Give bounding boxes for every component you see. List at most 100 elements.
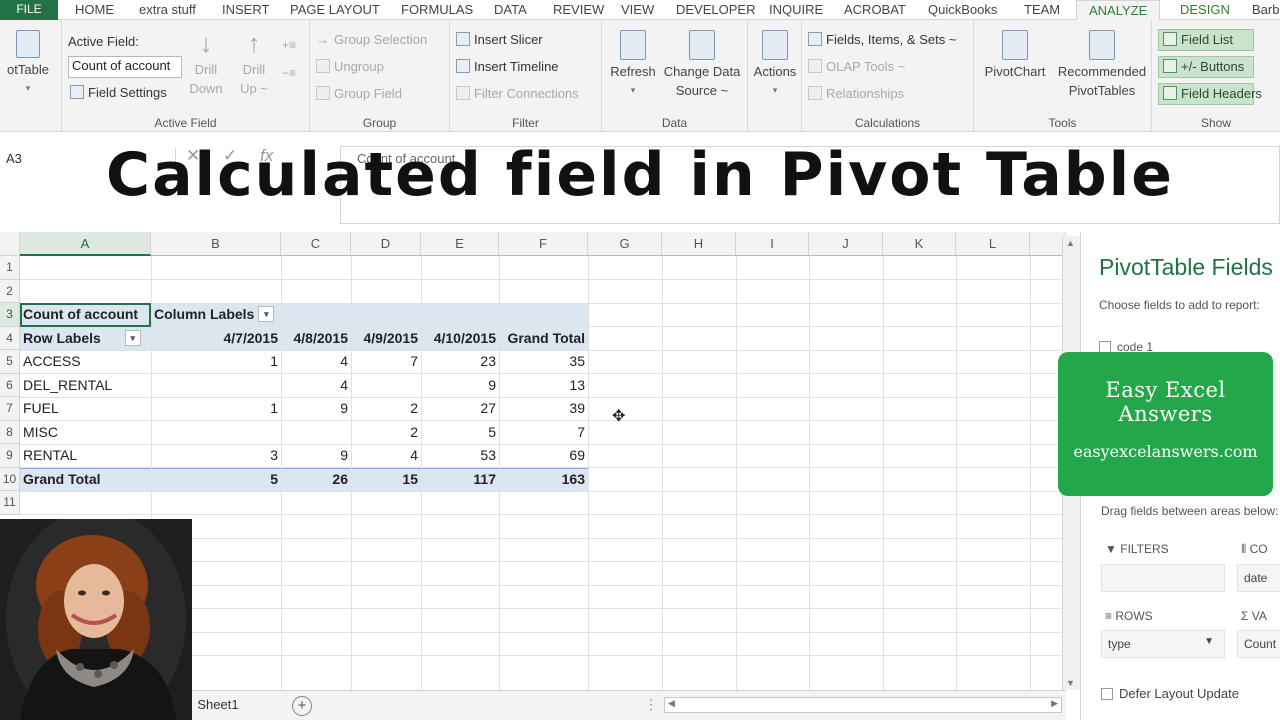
grand-total-cell[interactable]: 5 [151, 468, 281, 492]
row-total-cell[interactable]: 35 [499, 350, 588, 374]
tab-data[interactable]: DATA [494, 0, 527, 20]
scroll-right-icon[interactable]: ▶ [1051, 698, 1058, 709]
column-labels-cell[interactable]: Column Labels ▾ [151, 303, 291, 327]
tab-formulas[interactable]: FORMULAS [401, 0, 473, 20]
grand-total-cell[interactable]: 26 [281, 468, 351, 492]
account-name[interactable]: Barb [1252, 0, 1279, 20]
grand-total-cell[interactable]: 117 [421, 468, 499, 492]
column-header-g[interactable]: G [588, 232, 662, 256]
add-sheet-icon[interactable]: + [292, 696, 312, 716]
column-header-b[interactable]: B [151, 232, 281, 256]
date-header-cell[interactable]: 4/7/2015 [151, 327, 281, 351]
olap-tools-button[interactable]: OLAP Tools ~ [808, 59, 905, 74]
filter-dropdown-icon[interactable]: ▾ [124, 329, 141, 346]
date-header-cell[interactable]: 4/9/2015 [351, 327, 421, 351]
filter-dropdown-icon[interactable]: ▾ [258, 306, 275, 322]
value-cell[interactable]: 1 [151, 397, 281, 421]
value-cell[interactable] [151, 421, 281, 445]
value-cell[interactable]: 1 [151, 350, 281, 374]
row-header-3[interactable]: 3 [0, 303, 20, 327]
row-header-11[interactable]: 11 [0, 491, 20, 515]
grand-total-header-cell[interactable]: Grand Total [499, 327, 588, 351]
row-header-9[interactable]: 9 [0, 444, 20, 468]
select-all-corner[interactable] [0, 232, 20, 256]
value-cell[interactable]: 9 [421, 374, 499, 398]
sheet-tab-sheet1[interactable]: Sheet1 [192, 691, 244, 719]
row-total-cell[interactable]: 13 [499, 374, 588, 398]
row-labels-cell[interactable]: Row Labels ▾ [20, 327, 151, 351]
value-cell[interactable]: 9 [281, 397, 351, 421]
column-header-c[interactable]: C [281, 232, 351, 256]
change-data-source-button[interactable]: Change Data Source ~ [658, 30, 746, 100]
row-total-cell[interactable]: 7 [499, 421, 588, 445]
group-field-button[interactable]: Group Field [316, 86, 402, 101]
relationships-button[interactable]: Relationships [808, 86, 904, 101]
tab-file[interactable]: FILE [0, 0, 58, 20]
refresh-button[interactable]: Refresh ▾ [606, 30, 660, 100]
expand-field-icon[interactable]: +≡ [282, 38, 296, 52]
collapse-field-icon[interactable]: −≡ [282, 66, 296, 80]
tab-extra-stuff[interactable]: extra stuff [139, 0, 196, 20]
column-header-j[interactable]: J [809, 232, 883, 256]
values-field-chip[interactable]: Count [1244, 637, 1276, 651]
row-header-7[interactable]: 7 [0, 397, 20, 421]
value-cell[interactable]: 2 [351, 421, 421, 445]
actions-button[interactable]: Actions ▾ [748, 30, 802, 100]
row-header-2[interactable]: 2 [0, 279, 20, 303]
grand-total-cell[interactable]: 163 [499, 468, 588, 492]
column-header-h[interactable]: H [662, 232, 736, 256]
rows-field-chip[interactable]: type [1108, 637, 1131, 651]
row-header-5[interactable]: 5 [0, 350, 20, 374]
values-area[interactable]: Count [1237, 630, 1280, 658]
row-label-cell[interactable]: FUEL [20, 397, 151, 421]
value-cell[interactable]: 3 [151, 444, 281, 468]
column-header-i[interactable]: I [736, 232, 809, 256]
tab-design[interactable]: DESIGN [1180, 0, 1230, 20]
field-headers-toggle[interactable]: Field Headers [1158, 83, 1262, 105]
pivottable-button[interactable]: otTable ▾ [0, 30, 62, 98]
grand-total-cell[interactable]: 15 [351, 468, 421, 492]
row-label-cell[interactable]: MISC [20, 421, 151, 445]
tab-page-layout[interactable]: PAGE LAYOUT [290, 0, 380, 20]
value-cell[interactable] [351, 374, 421, 398]
value-cell[interactable] [151, 374, 281, 398]
pivotchart-button[interactable]: PivotChart [978, 30, 1052, 81]
row-header-1[interactable]: 1 [0, 256, 20, 280]
column-header-e[interactable]: E [421, 232, 499, 256]
tab-view[interactable]: VIEW [621, 0, 654, 20]
insert-slicer-button[interactable]: Insert Slicer [456, 32, 543, 47]
row-header-8[interactable]: 8 [0, 420, 20, 444]
value-cell[interactable]: 9 [281, 444, 351, 468]
filters-area[interactable] [1101, 564, 1225, 592]
columns-area[interactable]: date [1237, 564, 1280, 592]
tab-analyze[interactable]: ANALYZE [1076, 0, 1161, 21]
scroll-up-icon[interactable]: ▲ [1066, 238, 1075, 248]
row-header-4[interactable]: 4 [0, 326, 20, 350]
value-cell[interactable]: 53 [421, 444, 499, 468]
columns-field-chip[interactable]: date [1244, 571, 1267, 585]
row-label-cell[interactable]: ACCESS [20, 350, 151, 374]
tab-quickbooks[interactable]: QuickBooks [928, 0, 997, 20]
column-header-l[interactable]: L [956, 232, 1030, 256]
row-header-6[interactable]: 6 [0, 373, 20, 397]
buttons-toggle[interactable]: +/- Buttons [1158, 56, 1254, 78]
value-cell[interactable]: 4 [281, 350, 351, 374]
row-total-cell[interactable]: 39 [499, 397, 588, 421]
horizontal-scrollbar[interactable]: ◀ ▶ [664, 697, 1062, 713]
row-total-cell[interactable]: 69 [499, 444, 588, 468]
date-header-cell[interactable]: 4/8/2015 [281, 327, 351, 351]
tab-insert[interactable]: INSERT [222, 0, 269, 20]
grand-total-label-cell[interactable]: Grand Total [20, 468, 151, 492]
ungroup-button[interactable]: Ungroup [316, 59, 384, 74]
value-cell[interactable]: 4 [281, 374, 351, 398]
column-header-m[interactable] [1030, 232, 1066, 256]
defer-layout-update[interactable]: Defer Layout Update [1101, 686, 1239, 701]
scroll-down-icon[interactable]: ▼ [1066, 678, 1075, 688]
value-cell[interactable]: 23 [421, 350, 499, 374]
insert-timeline-button[interactable]: Insert Timeline [456, 59, 559, 74]
drill-up-button[interactable]: ↑ Drill Up ~ [234, 28, 274, 98]
value-cell[interactable]: 2 [351, 397, 421, 421]
recommended-pivottables-button[interactable]: Recommended PivotTables [1052, 30, 1152, 100]
tab-developer[interactable]: DEVELOPER [676, 0, 755, 20]
value-cell[interactable]: 4 [351, 444, 421, 468]
